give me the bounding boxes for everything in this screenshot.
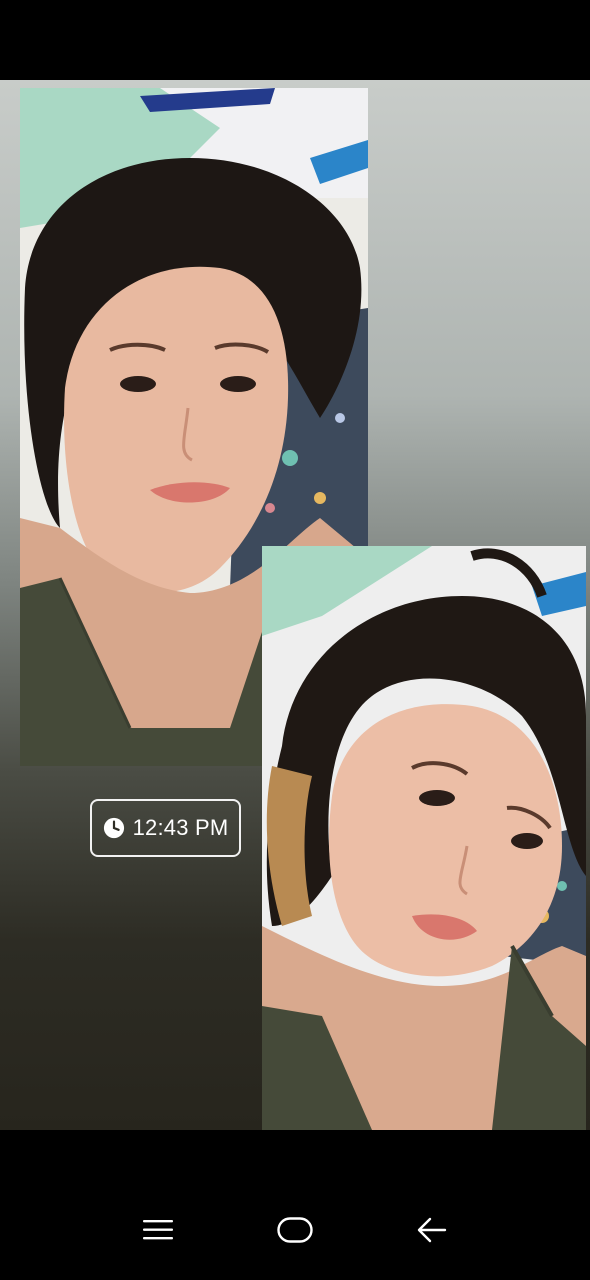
menu-icon [143,1220,174,1240]
time-sticker-text: 12:43 PM [132,815,229,840]
back-icon [417,1217,446,1243]
clock-icon [103,817,124,839]
home-button[interactable] [265,1200,325,1260]
time-sticker[interactable]: 12:43 PM [90,799,241,857]
back-button[interactable] [402,1200,462,1260]
system-navigation-bar [0,1180,590,1280]
story-canvas: 12:43 PM [0,80,590,1130]
recent-apps-button[interactable] [128,1200,188,1260]
selfie-photo-2 [262,546,586,1130]
screen: 12:43 PM [0,0,590,1280]
home-icon [277,1217,313,1243]
photo-2-image [262,546,586,1130]
